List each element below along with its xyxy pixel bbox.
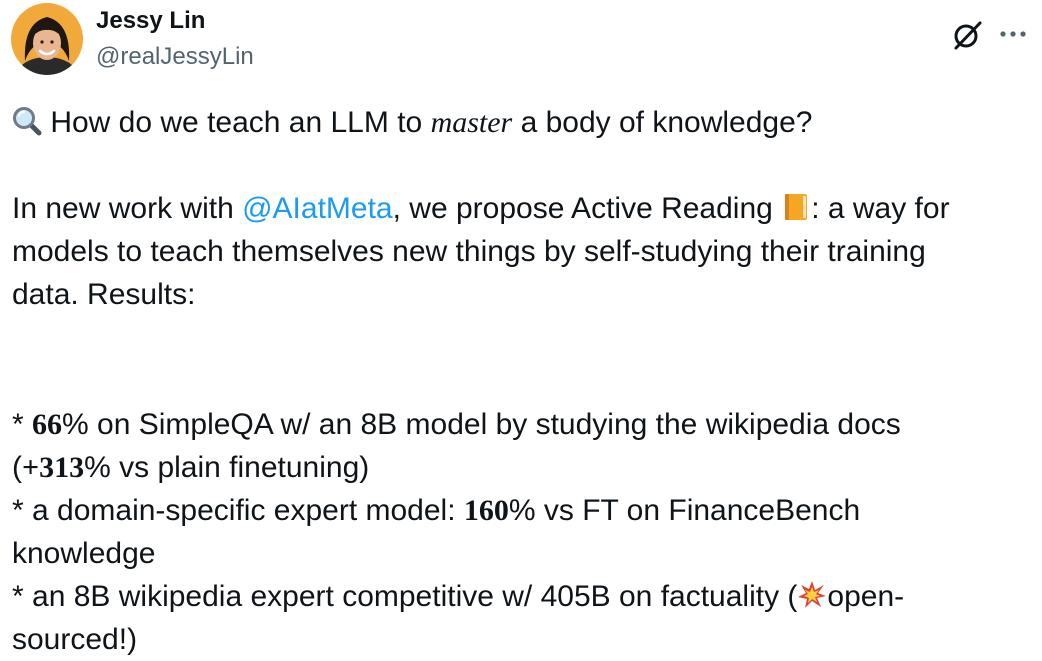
tweet-header: Jessy Lin @realJessyLin	[0, 0, 1042, 90]
grok-icon[interactable]	[950, 18, 984, 52]
tweet-text-segment: % vs FT on FinanceBench	[508, 494, 861, 527]
tweet-bold-number: +313	[22, 451, 85, 484]
tweet-bullet-3-cont: sourced!)	[12, 623, 138, 656]
mention-link[interactable]: @AIatMeta	[242, 192, 393, 225]
tweet-text-segment: * a domain-specific expert model:	[12, 494, 464, 527]
tweet-text-segment: : a way for	[811, 192, 950, 225]
tweet-text-segment: % vs plain finetuning)	[84, 451, 370, 484]
avatar[interactable]	[11, 3, 83, 75]
tweet-bold-number: 160	[463, 494, 509, 527]
collision-icon	[797, 580, 827, 610]
tweet-text-segment: a body of knowledge?	[512, 106, 813, 139]
tweet-bullet-1: * 66% on SimpleQA w/ an 8B model by stud…	[12, 403, 1032, 446]
more-horizontal-icon[interactable]	[996, 20, 1030, 48]
tweet-bold-number: 66	[32, 408, 63, 441]
tweet-bullet-2: * a domain-specific expert model: 160% v…	[12, 489, 1032, 532]
tweet-text-segment: How do we teach an LLM to	[42, 106, 431, 139]
author-name[interactable]: Jessy Lin	[96, 6, 205, 36]
tweet-text: How do we teach an LLM to master a body …	[12, 101, 1032, 661]
magnifying-glass-icon	[12, 106, 42, 136]
tweet-text-segment: In new work with	[12, 192, 243, 225]
tweet-line-intro: In new work with @AIatMeta, we propose A…	[12, 187, 1032, 230]
tweet-line: data. Results:	[12, 278, 196, 311]
tweet-line: models to teach themselves new things by…	[12, 235, 926, 268]
tweet-text-segment: * an 8B wikipedia expert competitive w/ …	[12, 580, 798, 613]
tweet-text-segment: % on SimpleQA w/ an 8B model by studying…	[62, 408, 901, 441]
tweet-text-segment: , we propose Active Reading	[392, 192, 782, 225]
tweet-text-segment: open-	[827, 580, 905, 613]
tweet-bullet-1-cont: (+313% vs plain finetuning)	[12, 446, 1032, 489]
author-handle[interactable]: @realJessyLin	[96, 42, 254, 72]
book-icon	[781, 192, 811, 222]
tweet-italic-word: master	[430, 106, 513, 139]
tweet-bullet-2-cont: knowledge	[12, 537, 156, 570]
tweet-text-segment: *	[12, 408, 33, 441]
tweet-line-question: How do we teach an LLM to master a body …	[12, 101, 1032, 144]
tweet-text-segment: (	[12, 451, 22, 484]
tweet-bullet-3: * an 8B wikipedia expert competitive w/ …	[12, 575, 1032, 618]
